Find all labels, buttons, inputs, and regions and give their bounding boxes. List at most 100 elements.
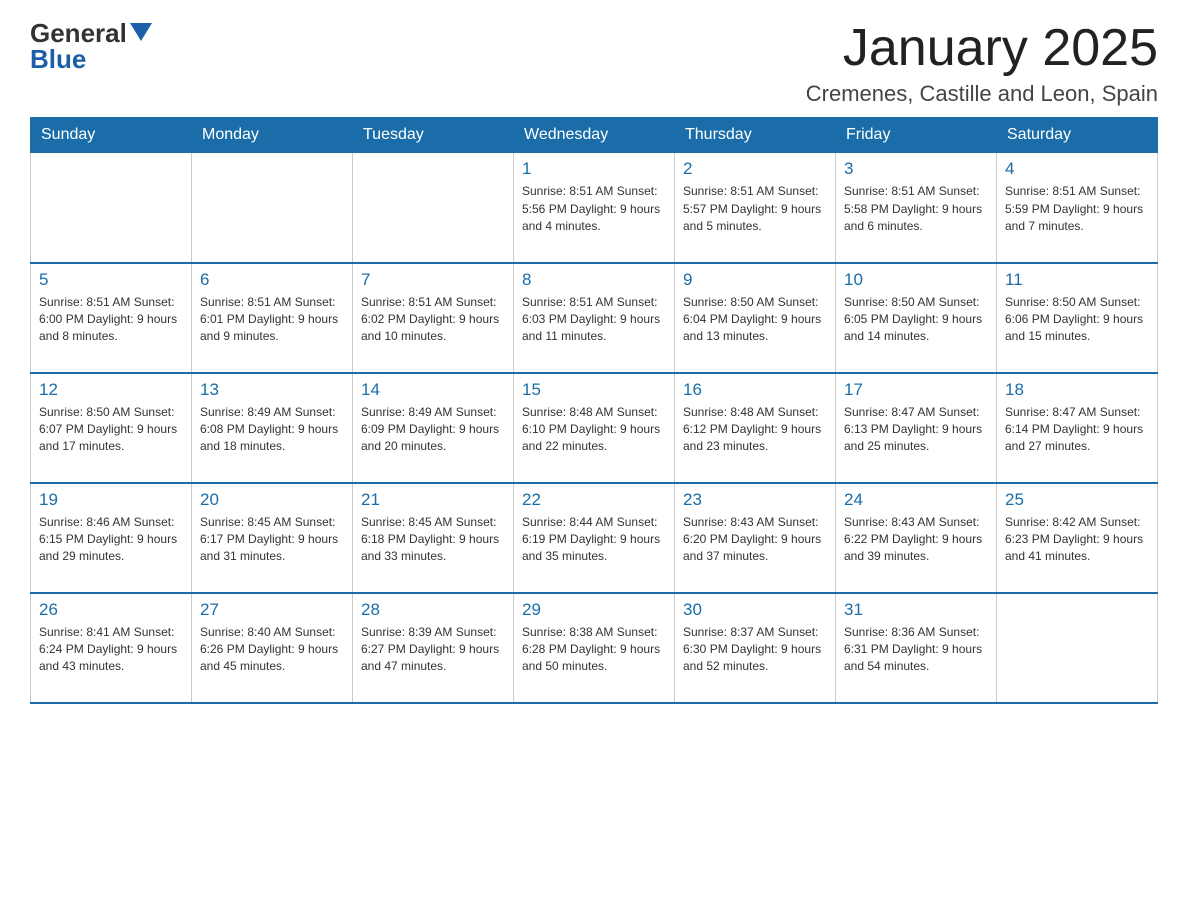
calendar-cell: 6 Sunrise: 8:51 AM Sunset: 6:01 PM Daylig… [192, 263, 353, 373]
day-number: 24 [844, 490, 988, 510]
logo: General Blue [30, 20, 152, 72]
day-info: Sunrise: 8:51 AM Sunset: 5:57 PM Dayligh… [683, 183, 827, 235]
day-info: Sunrise: 8:51 AM Sunset: 6:03 PM Dayligh… [522, 294, 666, 346]
day-number: 1 [522, 159, 666, 179]
day-number: 21 [361, 490, 505, 510]
day-number: 3 [844, 159, 988, 179]
calendar-cell: 22 Sunrise: 8:44 AM Sunset: 6:19 PM Dayli… [514, 483, 675, 593]
calendar-cell: 12Sunrise: 8:50 AM Sunset: 6:07 PM Dayli… [31, 373, 192, 483]
weekday-header-saturday: Saturday [997, 118, 1158, 153]
weekday-header-monday: Monday [192, 118, 353, 153]
calendar-cell: 29Sunrise: 8:38 AM Sunset: 6:28 PM Dayli… [514, 593, 675, 703]
day-info: Sunrise: 8:45 AM Sunset: 6:17 PM Dayligh… [200, 514, 344, 566]
day-info: Sunrise: 8:47 AM Sunset: 6:13 PM Dayligh… [844, 404, 988, 456]
calendar-cell: 3Sunrise: 8:51 AM Sunset: 5:58 PM Daylig… [836, 153, 997, 263]
day-info: Sunrise: 8:47 AM Sunset: 6:14 PM Dayligh… [1005, 404, 1149, 456]
calendar-week-row: 5 Sunrise: 8:51 AM Sunset: 6:00 PM Daylig… [31, 263, 1158, 373]
day-info: Sunrise: 8:51 AM Sunset: 5:59 PM Dayligh… [1005, 183, 1149, 235]
day-info: Sunrise: 8:43 AM Sunset: 6:20 PM Dayligh… [683, 514, 827, 566]
calendar-subtitle: Cremenes, Castille and Leon, Spain [806, 81, 1158, 107]
day-number: 18 [1005, 380, 1149, 400]
day-number: 11 [1005, 270, 1149, 290]
day-info: Sunrise: 8:51 AM Sunset: 6:02 PM Dayligh… [361, 294, 505, 346]
day-info: Sunrise: 8:37 AM Sunset: 6:30 PM Dayligh… [683, 624, 827, 676]
calendar-cell: 14 Sunrise: 8:49 AM Sunset: 6:09 PM Dayli… [353, 373, 514, 483]
day-number: 10 [844, 270, 988, 290]
day-info: Sunrise: 8:48 AM Sunset: 6:10 PM Dayligh… [522, 404, 666, 456]
calendar-cell: 25 Sunrise: 8:42 AM Sunset: 6:23 PM Dayli… [997, 483, 1158, 593]
weekday-header-friday: Friday [836, 118, 997, 153]
calendar-cell: 21 Sunrise: 8:45 AM Sunset: 6:18 PM Dayli… [353, 483, 514, 593]
calendar-table: SundayMondayTuesdayWednesdayThursdayFrid… [30, 117, 1158, 704]
calendar-cell: 8Sunrise: 8:51 AM Sunset: 6:03 PM Daylig… [514, 263, 675, 373]
day-number: 7 [361, 270, 505, 290]
calendar-cell: 24 Sunrise: 8:43 AM Sunset: 6:22 PM Dayli… [836, 483, 997, 593]
day-info: Sunrise: 8:49 AM Sunset: 6:09 PM Dayligh… [361, 404, 505, 456]
day-number: 6 [200, 270, 344, 290]
calendar-cell: 2 Sunrise: 8:51 AM Sunset: 5:57 PM Daylig… [675, 153, 836, 263]
day-info: Sunrise: 8:51 AM Sunset: 6:01 PM Dayligh… [200, 294, 344, 346]
calendar-cell: 18 Sunrise: 8:47 AM Sunset: 6:14 PM Dayli… [997, 373, 1158, 483]
day-info: Sunrise: 8:43 AM Sunset: 6:22 PM Dayligh… [844, 514, 988, 566]
calendar-cell: 10 Sunrise: 8:50 AM Sunset: 6:05 PM Dayli… [836, 263, 997, 373]
page-header: General Blue January 2025 Cremenes, Cast… [30, 20, 1158, 107]
weekday-header-thursday: Thursday [675, 118, 836, 153]
day-number: 29 [522, 600, 666, 620]
calendar-cell: 9 Sunrise: 8:50 AM Sunset: 6:04 PM Daylig… [675, 263, 836, 373]
day-number: 15 [522, 380, 666, 400]
calendar-cell: 13 Sunrise: 8:49 AM Sunset: 6:08 PM Dayli… [192, 373, 353, 483]
day-number: 30 [683, 600, 827, 620]
day-info: Sunrise: 8:50 AM Sunset: 6:04 PM Dayligh… [683, 294, 827, 346]
calendar-week-row: 1 Sunrise: 8:51 AM Sunset: 5:56 PM Daylig… [31, 153, 1158, 263]
day-number: 2 [683, 159, 827, 179]
day-info: Sunrise: 8:46 AM Sunset: 6:15 PM Dayligh… [39, 514, 183, 566]
calendar-cell: 16 Sunrise: 8:48 AM Sunset: 6:12 PM Dayli… [675, 373, 836, 483]
day-number: 20 [200, 490, 344, 510]
calendar-cell: 11 Sunrise: 8:50 AM Sunset: 6:06 PM Dayli… [997, 263, 1158, 373]
calendar-cell: 26 Sunrise: 8:41 AM Sunset: 6:24 PM Dayli… [31, 593, 192, 703]
calendar-cell [353, 153, 514, 263]
calendar-cell: 15 Sunrise: 8:48 AM Sunset: 6:10 PM Dayli… [514, 373, 675, 483]
day-info: Sunrise: 8:41 AM Sunset: 6:24 PM Dayligh… [39, 624, 183, 676]
day-number: 9 [683, 270, 827, 290]
day-info: Sunrise: 8:39 AM Sunset: 6:27 PM Dayligh… [361, 624, 505, 676]
calendar-cell [192, 153, 353, 263]
calendar-cell: 4 Sunrise: 8:51 AM Sunset: 5:59 PM Daylig… [997, 153, 1158, 263]
day-number: 22 [522, 490, 666, 510]
day-info: Sunrise: 8:48 AM Sunset: 6:12 PM Dayligh… [683, 404, 827, 456]
calendar-cell: 30 Sunrise: 8:37 AM Sunset: 6:30 PM Dayli… [675, 593, 836, 703]
calendar-week-row: 12Sunrise: 8:50 AM Sunset: 6:07 PM Dayli… [31, 373, 1158, 483]
day-number: 14 [361, 380, 505, 400]
day-info: Sunrise: 8:44 AM Sunset: 6:19 PM Dayligh… [522, 514, 666, 566]
calendar-cell: 17Sunrise: 8:47 AM Sunset: 6:13 PM Dayli… [836, 373, 997, 483]
day-info: Sunrise: 8:36 AM Sunset: 6:31 PM Dayligh… [844, 624, 988, 676]
day-number: 27 [200, 600, 344, 620]
day-number: 23 [683, 490, 827, 510]
day-info: Sunrise: 8:50 AM Sunset: 6:05 PM Dayligh… [844, 294, 988, 346]
day-number: 13 [200, 380, 344, 400]
logo-blue-text: Blue [30, 44, 86, 74]
logo-general-text: General [30, 20, 127, 46]
title-block: January 2025 Cremenes, Castille and Leon… [806, 20, 1158, 107]
calendar-cell: 5 Sunrise: 8:51 AM Sunset: 6:00 PM Daylig… [31, 263, 192, 373]
calendar-week-row: 26 Sunrise: 8:41 AM Sunset: 6:24 PM Dayli… [31, 593, 1158, 703]
day-number: 5 [39, 270, 183, 290]
day-info: Sunrise: 8:50 AM Sunset: 6:06 PM Dayligh… [1005, 294, 1149, 346]
day-number: 16 [683, 380, 827, 400]
logo-triangle-icon [130, 23, 152, 41]
day-info: Sunrise: 8:42 AM Sunset: 6:23 PM Dayligh… [1005, 514, 1149, 566]
day-info: Sunrise: 8:51 AM Sunset: 5:56 PM Dayligh… [522, 183, 666, 235]
calendar-week-row: 19Sunrise: 8:46 AM Sunset: 6:15 PM Dayli… [31, 483, 1158, 593]
weekday-header-tuesday: Tuesday [353, 118, 514, 153]
day-info: Sunrise: 8:40 AM Sunset: 6:26 PM Dayligh… [200, 624, 344, 676]
day-number: 25 [1005, 490, 1149, 510]
calendar-cell: 19Sunrise: 8:46 AM Sunset: 6:15 PM Dayli… [31, 483, 192, 593]
day-number: 31 [844, 600, 988, 620]
day-number: 4 [1005, 159, 1149, 179]
day-number: 26 [39, 600, 183, 620]
day-info: Sunrise: 8:49 AM Sunset: 6:08 PM Dayligh… [200, 404, 344, 456]
calendar-title: January 2025 [806, 20, 1158, 77]
day-info: Sunrise: 8:45 AM Sunset: 6:18 PM Dayligh… [361, 514, 505, 566]
day-info: Sunrise: 8:51 AM Sunset: 6:00 PM Dayligh… [39, 294, 183, 346]
calendar-cell [997, 593, 1158, 703]
